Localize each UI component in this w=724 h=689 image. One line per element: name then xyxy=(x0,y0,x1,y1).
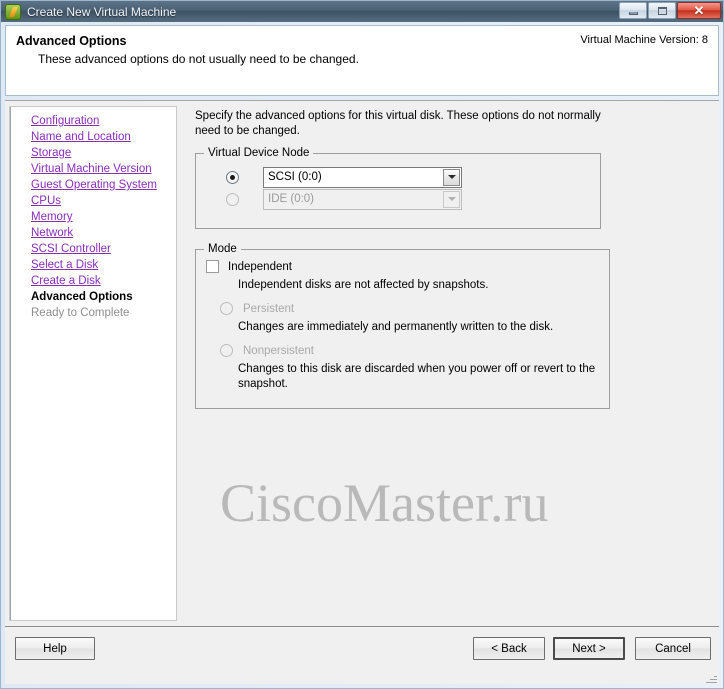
close-icon: ✕ xyxy=(693,3,705,18)
scsi-dropdown-button[interactable] xyxy=(443,168,460,186)
virtual-device-node-legend: Virtual Device Node xyxy=(204,147,314,159)
nav-step-guest-operating-system[interactable]: Guest Operating System xyxy=(31,177,176,193)
persistent-option-row: Persistent xyxy=(206,302,599,315)
persistent-radio xyxy=(220,302,233,315)
page-subtitle: These advanced options do not usually ne… xyxy=(38,52,359,66)
watermark: CiscoMaster.ru xyxy=(220,473,549,533)
mode-legend: Mode xyxy=(204,243,241,255)
dialog-header: Advanced Options These advanced options … xyxy=(5,25,719,96)
nav-step-scsi-controller[interactable]: SCSI Controller xyxy=(31,241,176,257)
chevron-down-icon xyxy=(447,197,456,201)
intro-text: Specify the advanced options for this vi… xyxy=(195,110,601,137)
independent-label: Independent xyxy=(228,260,292,273)
nav-step-storage[interactable]: Storage xyxy=(31,145,176,161)
ide-node-row: IDE (0:0) xyxy=(206,188,590,210)
nav-step-advanced-options: Advanced Options xyxy=(31,291,133,303)
ide-node-value: IDE (0:0) xyxy=(268,193,315,205)
nonpersistent-label: Nonpersistent xyxy=(243,344,314,357)
persistent-description: Changes are immediately and permanently … xyxy=(238,321,554,333)
independent-checkbox[interactable] xyxy=(206,260,219,273)
ide-radio[interactable] xyxy=(226,192,239,206)
minimize-icon xyxy=(628,11,638,15)
create-vm-dialog: Create New Virtual Machine ✕ Advanced Op… xyxy=(0,0,724,689)
vsphere-app-icon xyxy=(5,3,21,20)
back-button[interactable]: < Back xyxy=(473,637,545,660)
scsi-radio[interactable] xyxy=(226,170,239,184)
window-controls: ✕ xyxy=(619,2,721,19)
wizard-content-pane: Specify the advanced options for this vi… xyxy=(195,109,711,533)
nav-step-configuration[interactable]: Configuration xyxy=(31,113,176,129)
cancel-button[interactable]: Cancel xyxy=(635,637,711,660)
nav-step-ready-to-complete: Ready to Complete xyxy=(31,307,130,319)
chevron-down-icon xyxy=(447,175,456,179)
window-title: Create New Virtual Machine xyxy=(27,4,177,19)
nonpersistent-option-row: Nonpersistent xyxy=(206,344,599,357)
maximize-button[interactable] xyxy=(648,2,676,19)
scsi-node-value: SCSI (0:0) xyxy=(268,171,322,183)
scsi-node-select[interactable]: SCSI (0:0) xyxy=(263,166,462,188)
nav-step-network[interactable]: Network xyxy=(31,225,176,241)
nav-step-cpus[interactable]: CPUs xyxy=(31,193,176,209)
mode-group: Mode Independent Independent disks are n… xyxy=(195,243,610,533)
nonpersistent-radio xyxy=(220,344,233,357)
title-bar: Create New Virtual Machine ✕ xyxy=(1,1,723,22)
independent-description: Independent disks are not affected by sn… xyxy=(238,279,489,291)
nav-step-create-a-disk[interactable]: Create a Disk xyxy=(31,273,176,289)
maximize-icon xyxy=(657,6,667,15)
resize-grip-icon[interactable] xyxy=(705,671,717,683)
help-button[interactable]: Help xyxy=(15,637,95,660)
wizard-nav-panel: Configuration Name and Location Storage … xyxy=(9,106,177,621)
wizard-step-list: Configuration Name and Location Storage … xyxy=(10,113,176,321)
close-button[interactable]: ✕ xyxy=(677,2,721,19)
next-button[interactable]: Next > xyxy=(553,637,625,660)
ide-node-select: IDE (0:0) xyxy=(263,188,462,210)
ide-dropdown-button xyxy=(443,190,460,208)
dialog-body: Configuration Name and Location Storage … xyxy=(5,100,719,626)
persistent-label: Persistent xyxy=(243,302,295,315)
nav-step-name-and-location[interactable]: Name and Location xyxy=(31,129,176,145)
nav-step-memory[interactable]: Memory xyxy=(31,209,176,225)
scsi-node-row: SCSI (0:0) xyxy=(206,166,590,188)
independent-checkbox-row[interactable]: Independent xyxy=(206,260,599,273)
virtual-device-node-group: Virtual Device Node SCSI (0:0) IDE (0:0) xyxy=(195,147,601,229)
dialog-footer: Help < Back Next > Cancel xyxy=(5,626,719,684)
nav-step-virtual-machine-version[interactable]: Virtual Machine Version xyxy=(31,161,176,177)
vm-version-label: Virtual Machine Version: 8 xyxy=(580,34,708,46)
nonpersistent-description: Changes to this disk are discarded when … xyxy=(238,363,596,390)
nav-step-select-a-disk[interactable]: Select a Disk xyxy=(31,257,176,273)
minimize-button[interactable] xyxy=(619,2,647,19)
